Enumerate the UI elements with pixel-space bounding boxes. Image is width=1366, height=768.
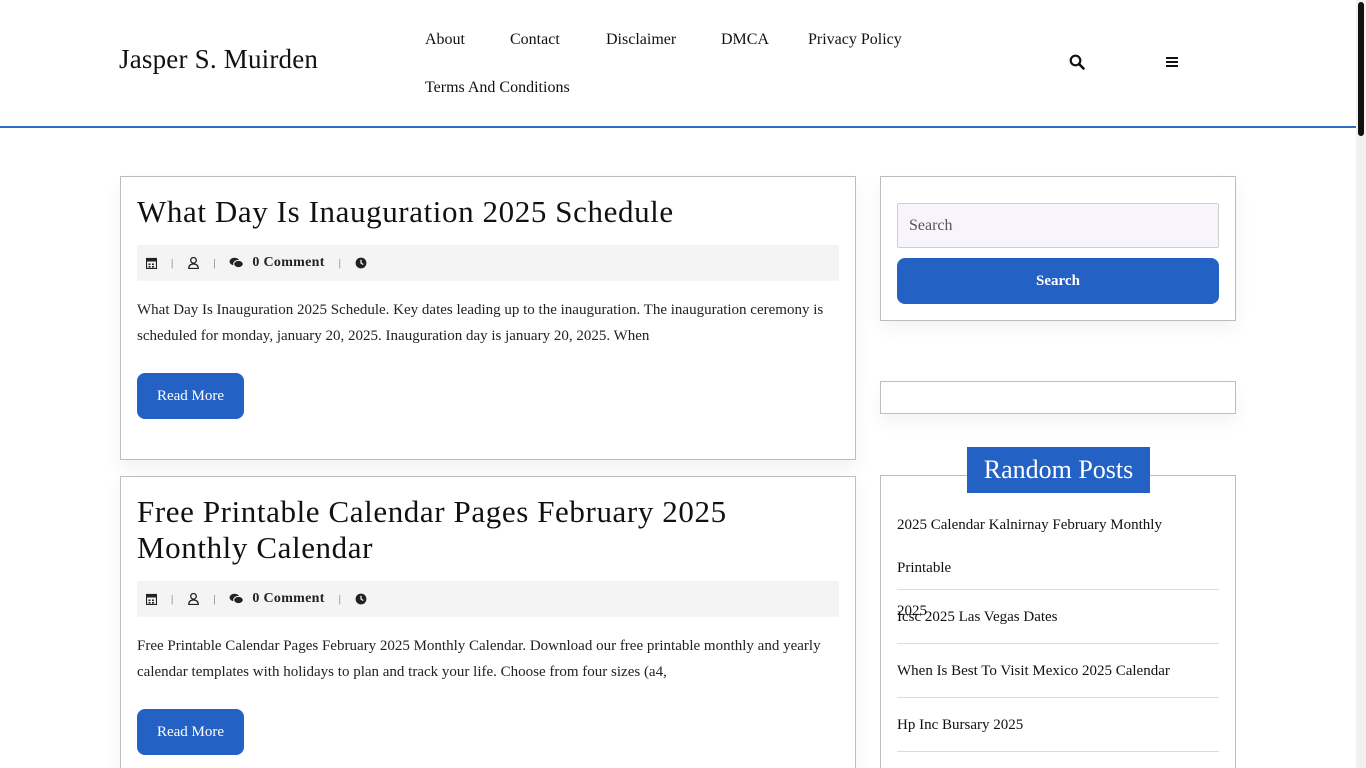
nav-item-dmca[interactable]: DMCA (721, 31, 769, 49)
site-title[interactable]: Jasper S. Muirden (119, 44, 318, 75)
excerpt-line: scheduled for monday, january 20, 2025. … (137, 328, 650, 344)
post-title[interactable]: What Day Is Inauguration 2025 Schedule (137, 194, 837, 230)
meta-separator: | (171, 257, 174, 269)
nav-item-privacy-policy[interactable]: Privacy Policy (808, 31, 902, 49)
user-icon (187, 257, 199, 269)
random-posts-heading: Random Posts (967, 447, 1150, 493)
calendar-icon (145, 257, 157, 269)
search-widget: Search Search (880, 176, 1236, 321)
meta-separator: | (213, 593, 216, 605)
random-post-item[interactable]: 2025 Calendar Kalnirnay February Monthly… (897, 512, 1219, 619)
scrollbar-thumb[interactable] (1358, 2, 1364, 136)
excerpt-line: calendar templates with holidays to plan… (137, 664, 667, 680)
nav-item-terms-and-conditions[interactable]: Terms And Conditions (425, 79, 570, 97)
post-title-line: Free Printable Calendar Pages February 2… (137, 494, 727, 529)
empty-widget (880, 381, 1236, 414)
search-button[interactable]: Search (897, 258, 1219, 304)
comments-icon (229, 257, 245, 269)
nav-item-contact[interactable]: Contact (510, 31, 560, 49)
post-meta: | | 0 Comment | (137, 245, 839, 281)
post-card: What Day Is Inauguration 2025 Schedule |… (120, 176, 856, 460)
post-excerpt: Free Printable Calendar Pages February 2… (137, 633, 837, 685)
excerpt-line: What Day Is Inauguration 2025 Schedule. … (137, 302, 824, 318)
post-title-line: Monthly Calendar (137, 530, 374, 565)
clock-icon (355, 257, 367, 269)
random-post-item[interactable]: When Is Best To Visit Mexico 2025 Calend… (897, 663, 1219, 698)
comment-count[interactable]: 0 Comment (252, 255, 324, 271)
random-post-item[interactable]: Hp Inc Bursary 2025 (897, 717, 1219, 752)
page-scrollbar[interactable] (1356, 0, 1366, 768)
meta-separator: | (338, 257, 341, 269)
random-post-item[interactable]: Icsc 2025 Las Vegas Dates (897, 609, 1219, 644)
comment-count[interactable]: 0 Comment (252, 591, 324, 607)
search-icon[interactable] (1067, 52, 1087, 72)
comments-icon (229, 593, 245, 605)
meta-separator: | (338, 593, 341, 605)
meta-separator: | (171, 593, 174, 605)
post-excerpt: What Day Is Inauguration 2025 Schedule. … (137, 297, 837, 349)
post-meta: | | 0 Comment | (137, 581, 839, 617)
post-title[interactable]: Free Printable Calendar Pages February 2… (137, 494, 837, 566)
user-icon (187, 593, 199, 605)
search-input[interactable]: Search (897, 203, 1219, 248)
nav-item-disclaimer[interactable]: Disclaimer (606, 31, 676, 49)
post-card: Free Printable Calendar Pages February 2… (120, 476, 856, 768)
calendar-icon (145, 593, 157, 605)
nav-item-about[interactable]: About (425, 31, 465, 49)
menu-icon[interactable] (1162, 52, 1182, 72)
read-more-button[interactable]: Read More (137, 709, 244, 755)
clock-icon (355, 593, 367, 605)
meta-separator: | (213, 257, 216, 269)
random-post-line: 2025 Calendar Kalnirnay February Monthly… (897, 517, 1162, 576)
site-header: Jasper S. Muirden About Contact Disclaim… (0, 0, 1356, 128)
random-posts-widget: 2025 Calendar Kalnirnay February Monthly… (880, 475, 1236, 768)
excerpt-line: Free Printable Calendar Pages February 2… (137, 638, 821, 654)
read-more-button[interactable]: Read More (137, 373, 244, 419)
